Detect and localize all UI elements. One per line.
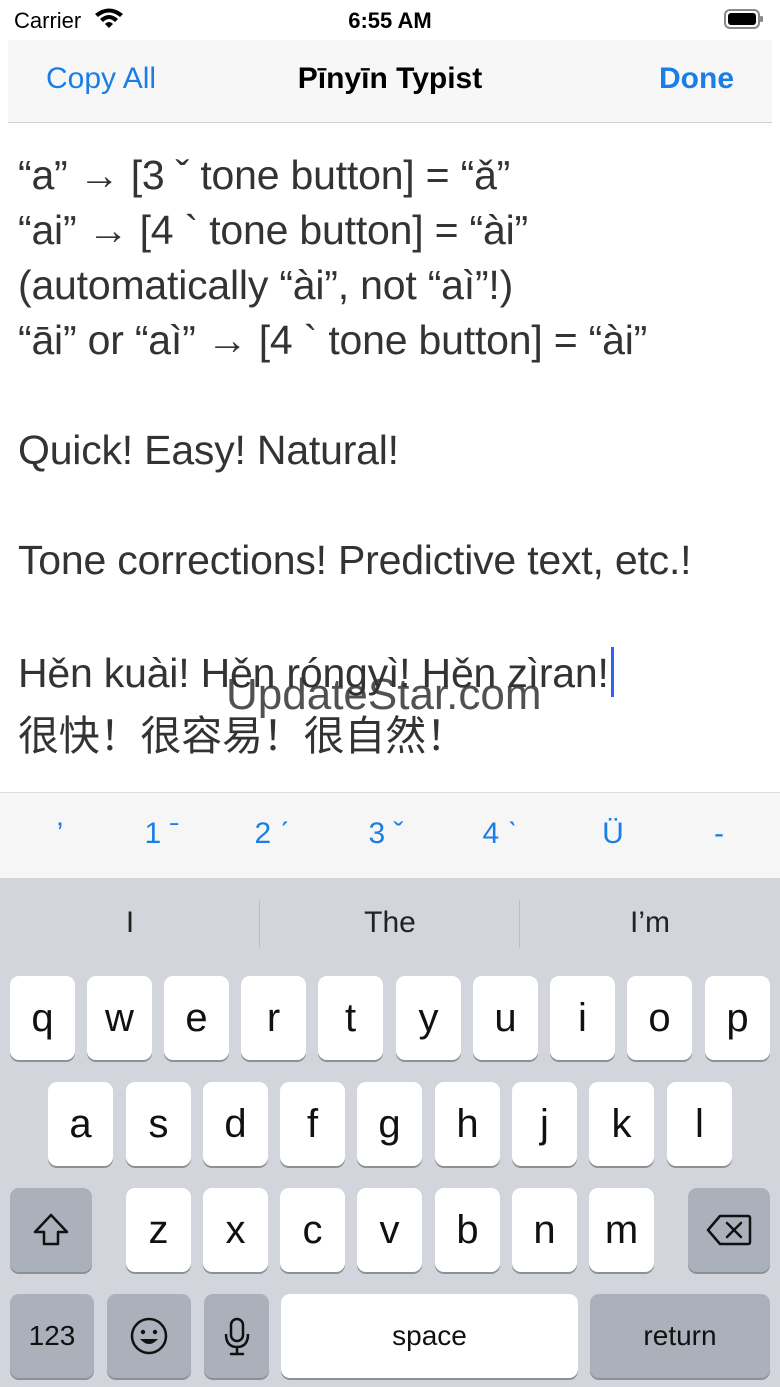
tone-key-2[interactable]: 2 ˊ <box>232 817 312 851</box>
key-h[interactable]: h <box>435 1082 500 1166</box>
key-o[interactable]: o <box>627 976 692 1060</box>
key-z[interactable]: z <box>126 1188 191 1272</box>
watermark: UpdateStar.com <box>226 670 542 719</box>
key-r[interactable]: r <box>241 976 306 1060</box>
space-key[interactable]: space <box>281 1294 578 1378</box>
dictation-key[interactable] <box>204 1294 269 1378</box>
emoji-icon <box>130 1317 168 1355</box>
suggestion-3[interactable]: I’m <box>520 906 780 940</box>
clock: 6:55 AM <box>348 8 432 33</box>
suggestion-1[interactable]: I <box>0 906 260 940</box>
backspace-key[interactable] <box>688 1188 770 1272</box>
text-line: Tone corrections! Predictive text, etc.! <box>18 537 692 583</box>
key-l[interactable]: l <box>667 1082 732 1166</box>
key-i[interactable]: i <box>550 976 615 1060</box>
text-line: “āi” or “aì” → [4 ` tone button] = “ài” <box>18 317 648 363</box>
tone-key-4[interactable]: 4 ˋ <box>460 817 540 851</box>
numbers-key[interactable]: 123 <box>10 1294 94 1378</box>
backspace-icon <box>706 1214 752 1246</box>
return-key[interactable]: return <box>590 1294 770 1378</box>
key-d[interactable]: d <box>203 1082 268 1166</box>
key-v[interactable]: v <box>357 1188 422 1272</box>
done-button[interactable]: Done <box>659 62 734 96</box>
key-s[interactable]: s <box>126 1082 191 1166</box>
shift-key[interactable] <box>10 1188 92 1272</box>
key-t[interactable]: t <box>318 976 383 1060</box>
key-m[interactable]: m <box>589 1188 654 1272</box>
key-b[interactable]: b <box>435 1188 500 1272</box>
key-y[interactable]: y <box>396 976 461 1060</box>
key-a[interactable]: a <box>48 1082 113 1166</box>
text-cursor <box>610 647 614 697</box>
text-line: (automatically “ài”, not “aì”!) <box>18 262 514 308</box>
key-f[interactable]: f <box>280 1082 345 1166</box>
key-g[interactable]: g <box>357 1082 422 1166</box>
tone-toolbar: ’ 1 ˉ 2 ˊ 3 ˇ 4 ˋ Ü - <box>0 792 780 879</box>
key-j[interactable]: j <box>512 1082 577 1166</box>
suggestion-2[interactable]: The <box>260 906 520 940</box>
shift-icon <box>33 1213 69 1246</box>
key-q[interactable]: q <box>10 976 75 1060</box>
key-x[interactable]: x <box>203 1188 268 1272</box>
tone-key-u-umlaut[interactable]: Ü <box>573 817 653 851</box>
keyboard: I The I’m q w e r t y u i o p a s d f g … <box>0 878 780 1387</box>
navigation-bar: Copy All Pīnyīn Typist Done <box>8 40 772 123</box>
status-bar: Carrier 6:55 AM <box>0 0 780 40</box>
key-c[interactable]: c <box>280 1188 345 1272</box>
text-line: Quick! Easy! Natural! <box>18 427 399 473</box>
tone-key-hyphen[interactable]: - <box>679 817 759 851</box>
key-n[interactable]: n <box>512 1188 577 1272</box>
key-e[interactable]: e <box>164 976 229 1060</box>
page-title: Pīnyīn Typist <box>297 62 483 95</box>
key-w[interactable]: w <box>87 976 152 1060</box>
emoji-key[interactable] <box>107 1294 191 1378</box>
key-u[interactable]: u <box>473 976 538 1060</box>
key-p[interactable]: p <box>705 976 770 1060</box>
key-k[interactable]: k <box>589 1082 654 1166</box>
text-line: “a” → [3 ˇ tone button] = “ǎ” <box>18 152 511 198</box>
tone-key-apostrophe[interactable]: ’ <box>20 817 100 851</box>
battery-icon <box>724 9 763 29</box>
microphone-icon <box>224 1317 249 1356</box>
text-line: “ai” → [4 ` tone button] = “ài” <box>18 207 528 253</box>
tone-key-3[interactable]: 3 ˇ <box>346 817 426 851</box>
tone-key-1[interactable]: 1 ˉ <box>122 817 202 851</box>
